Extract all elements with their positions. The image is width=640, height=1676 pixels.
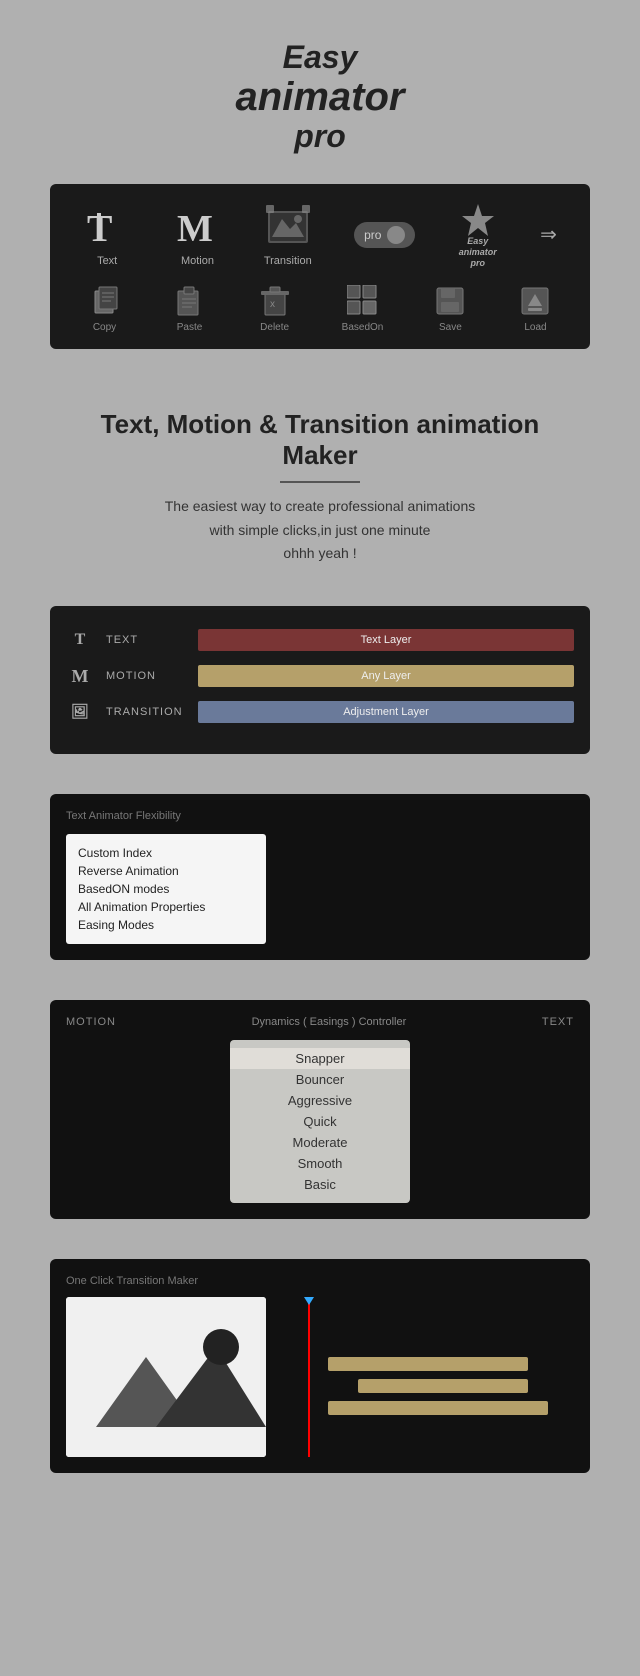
feature-item-3: All Animation Properties bbox=[78, 898, 254, 916]
paste-icon bbox=[172, 283, 208, 319]
features-list-box: Custom Index Reverse Animation BasedON m… bbox=[66, 834, 266, 944]
hero-section: Text, Motion & Transition animation Make… bbox=[0, 389, 640, 606]
transition-content bbox=[66, 1297, 574, 1457]
hero-sub3: ohhh yeah ! bbox=[283, 545, 356, 561]
text-tool-icon: T bbox=[83, 203, 131, 251]
toolbar-motion-button[interactable]: M Motion bbox=[173, 203, 221, 267]
logo-line2: animator bbox=[236, 75, 405, 119]
transition-layer-bar: Adjustment Layer bbox=[198, 701, 574, 723]
feature-item-1: Reverse Animation bbox=[78, 862, 254, 880]
toggle-circle bbox=[387, 226, 405, 244]
paste-button[interactable]: Paste bbox=[172, 283, 208, 333]
motion-tool-icon: M bbox=[173, 203, 221, 251]
basedon-label: BasedOn bbox=[342, 322, 384, 333]
save-icon bbox=[432, 283, 468, 319]
text-layer-bar: Text Layer bbox=[198, 629, 574, 651]
copy-label: Copy bbox=[93, 322, 116, 333]
text-layer-icon: T bbox=[66, 626, 94, 654]
easing-item-1[interactable]: Bouncer bbox=[230, 1069, 410, 1090]
pro-label: pro bbox=[364, 228, 381, 242]
dynamics-header: MOTION Dynamics ( Easings ) Controller T… bbox=[66, 1016, 574, 1028]
feature-item-4: Easing Modes bbox=[78, 916, 254, 934]
motion-layer-row: M MOTION Any Layer bbox=[66, 662, 574, 690]
features-title: Text Animator Flexibility bbox=[66, 810, 574, 822]
logo-line3: pro bbox=[236, 119, 405, 154]
hero-sub1: The easiest way to create professional a… bbox=[165, 498, 476, 514]
delete-label: Delete bbox=[260, 322, 289, 333]
features-panel: Text Animator Flexibility Custom Index R… bbox=[50, 794, 590, 960]
feature-item-0: Custom Index bbox=[78, 844, 254, 862]
feature-item-2: BasedON modes bbox=[78, 880, 254, 898]
transition-tool-icon bbox=[264, 203, 312, 251]
easing-item-6[interactable]: Basic bbox=[230, 1174, 410, 1195]
transition-tool-label: Transition bbox=[264, 255, 312, 267]
toolbar-text-button[interactable]: T Text bbox=[83, 203, 131, 267]
delete-button[interactable]: x Delete bbox=[257, 283, 293, 333]
brand-mini-text: Easyanimatorpro bbox=[459, 236, 497, 268]
toolbar-panel: T Text M Motion bbox=[50, 184, 590, 348]
transition-layer-icon: 🖼 bbox=[66, 698, 94, 726]
delete-icon: x bbox=[257, 283, 293, 319]
brand-icon: Easyanimatorpro bbox=[458, 200, 498, 268]
layers-panel: T TEXT Text Layer M MOTION Any Layer 🖼 T… bbox=[50, 606, 590, 754]
easing-item-4[interactable]: Moderate bbox=[230, 1132, 410, 1153]
logo-line1: Easy bbox=[236, 40, 405, 75]
save-label: Save bbox=[439, 322, 462, 333]
hero-divider bbox=[280, 481, 360, 483]
dynamics-content: Snapper Bouncer Aggressive Quick Moderat… bbox=[66, 1040, 574, 1203]
motion-tool-label: Motion bbox=[181, 255, 214, 267]
easing-item-5[interactable]: Smooth bbox=[230, 1153, 410, 1174]
svg-text:x: x bbox=[270, 299, 275, 310]
transition-layer-label: TRANSITION bbox=[106, 706, 186, 718]
dynamics-text-label: TEXT bbox=[542, 1016, 574, 1028]
hero-title-text: Text, Motion & Transition animation Make… bbox=[101, 409, 540, 470]
text-tool-label: Text bbox=[97, 255, 117, 267]
easing-item-2[interactable]: Aggressive bbox=[230, 1090, 410, 1111]
hero-subtitle: The easiest way to create professional a… bbox=[60, 495, 580, 566]
expand-button[interactable]: ⇒ bbox=[540, 222, 557, 247]
copy-button[interactable]: Copy bbox=[87, 283, 123, 333]
basedon-button[interactable]: BasedOn bbox=[342, 283, 384, 333]
text-layer-row: T TEXT Text Layer bbox=[66, 626, 574, 654]
easing-list: Snapper Bouncer Aggressive Quick Moderat… bbox=[230, 1040, 410, 1203]
load-button[interactable]: Load bbox=[517, 283, 553, 333]
transition-preview bbox=[66, 1297, 266, 1457]
hero-title: Text, Motion & Transition animation Make… bbox=[60, 409, 580, 471]
transition-panel-title: One Click Transition Maker bbox=[66, 1275, 574, 1287]
paste-label: Paste bbox=[177, 322, 203, 333]
timeline-track-1 bbox=[328, 1357, 528, 1371]
transition-panel: One Click Transition Maker bbox=[50, 1259, 590, 1473]
dynamics-panel: MOTION Dynamics ( Easings ) Controller T… bbox=[50, 1000, 590, 1219]
easing-item-0[interactable]: Snapper bbox=[230, 1048, 410, 1069]
motion-layer-label: MOTION bbox=[106, 670, 186, 682]
features-list: Custom Index Reverse Animation BasedON m… bbox=[78, 844, 254, 934]
dynamics-center-label: Dynamics ( Easings ) Controller bbox=[252, 1016, 407, 1028]
toolbar-transition-button[interactable]: Transition bbox=[264, 203, 312, 267]
toolbar-top-row: T Text M Motion bbox=[62, 200, 578, 268]
save-button[interactable]: Save bbox=[432, 283, 468, 333]
transition-layer-row: 🖼 TRANSITION Adjustment Layer bbox=[66, 698, 574, 726]
hero-sub2: with simple clicks,in just one minute bbox=[210, 522, 431, 538]
toolbar-bottom-row: Copy Paste x bbox=[62, 283, 578, 333]
transition-timeline bbox=[278, 1297, 574, 1457]
logo-area: Easy animator pro bbox=[236, 0, 405, 184]
timeline-playhead bbox=[308, 1297, 310, 1457]
easing-item-3[interactable]: Quick bbox=[230, 1111, 410, 1132]
copy-icon bbox=[87, 283, 123, 319]
timeline-track-3 bbox=[328, 1401, 548, 1415]
text-layer-label: TEXT bbox=[106, 634, 186, 646]
basedon-icon bbox=[345, 283, 381, 319]
load-icon bbox=[517, 283, 553, 319]
dynamics-motion-label: MOTION bbox=[66, 1016, 116, 1028]
load-label: Load bbox=[524, 322, 546, 333]
motion-layer-bar: Any Layer bbox=[198, 665, 574, 687]
expand-icon: ⇒ bbox=[540, 224, 557, 246]
pro-toggle[interactable]: pro bbox=[354, 222, 415, 248]
logo: Easy animator pro bbox=[236, 40, 405, 154]
svg-text:M: M bbox=[177, 208, 213, 249]
motion-layer-icon: M bbox=[66, 662, 94, 690]
timeline-track-2 bbox=[358, 1379, 528, 1393]
